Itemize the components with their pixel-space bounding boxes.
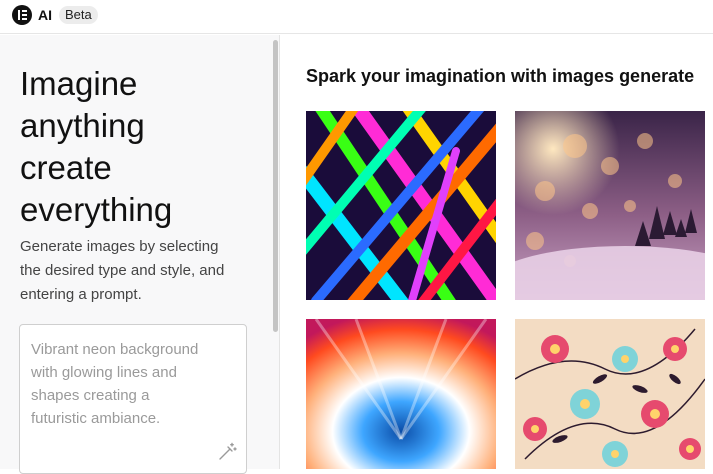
headline-line: everything: [20, 191, 173, 228]
sidebar-scrollbar[interactable]: [273, 40, 278, 332]
prompt-placeholder: Vibrant neon background with glowing lin…: [31, 338, 231, 430]
top-bar: AI Beta: [0, 0, 713, 34]
headline-line: anything: [20, 107, 145, 144]
elementor-logo-icon: [12, 5, 32, 25]
left-panel: Imagine anything create everything Gener…: [0, 35, 280, 474]
gallery-image-winter-bokeh[interactable]: [515, 111, 705, 300]
gallery-image-floral-pattern[interactable]: [515, 319, 705, 469]
headline-line: Imagine: [20, 65, 138, 102]
headline-line: create: [20, 149, 112, 186]
placeholder-line: Vibrant neon background: [31, 341, 199, 358]
headline: Imagine anything create everything: [20, 63, 260, 231]
placeholder-line: futuristic ambiance.: [31, 410, 161, 427]
magic-wand-icon[interactable]: [217, 442, 237, 462]
placeholder-line: with glowing lines and: [31, 364, 177, 381]
description-line: entering a prompt.: [20, 286, 142, 303]
gallery-image-neon-lines[interactable]: [306, 111, 496, 300]
beta-badge: Beta: [59, 6, 98, 24]
gallery-image-light-tunnel[interactable]: [306, 319, 496, 469]
description: Generate images by selecting the desired…: [20, 235, 260, 307]
placeholder-line: shapes creating a: [31, 387, 150, 404]
description-line: Generate images by selecting: [20, 238, 219, 255]
app-title: AI: [38, 7, 52, 23]
prompt-input[interactable]: Vibrant neon background with glowing lin…: [19, 324, 247, 474]
description-line: the desired type and style, and: [20, 262, 225, 279]
gallery-title: Spark your imagination with images gener…: [306, 66, 695, 86]
